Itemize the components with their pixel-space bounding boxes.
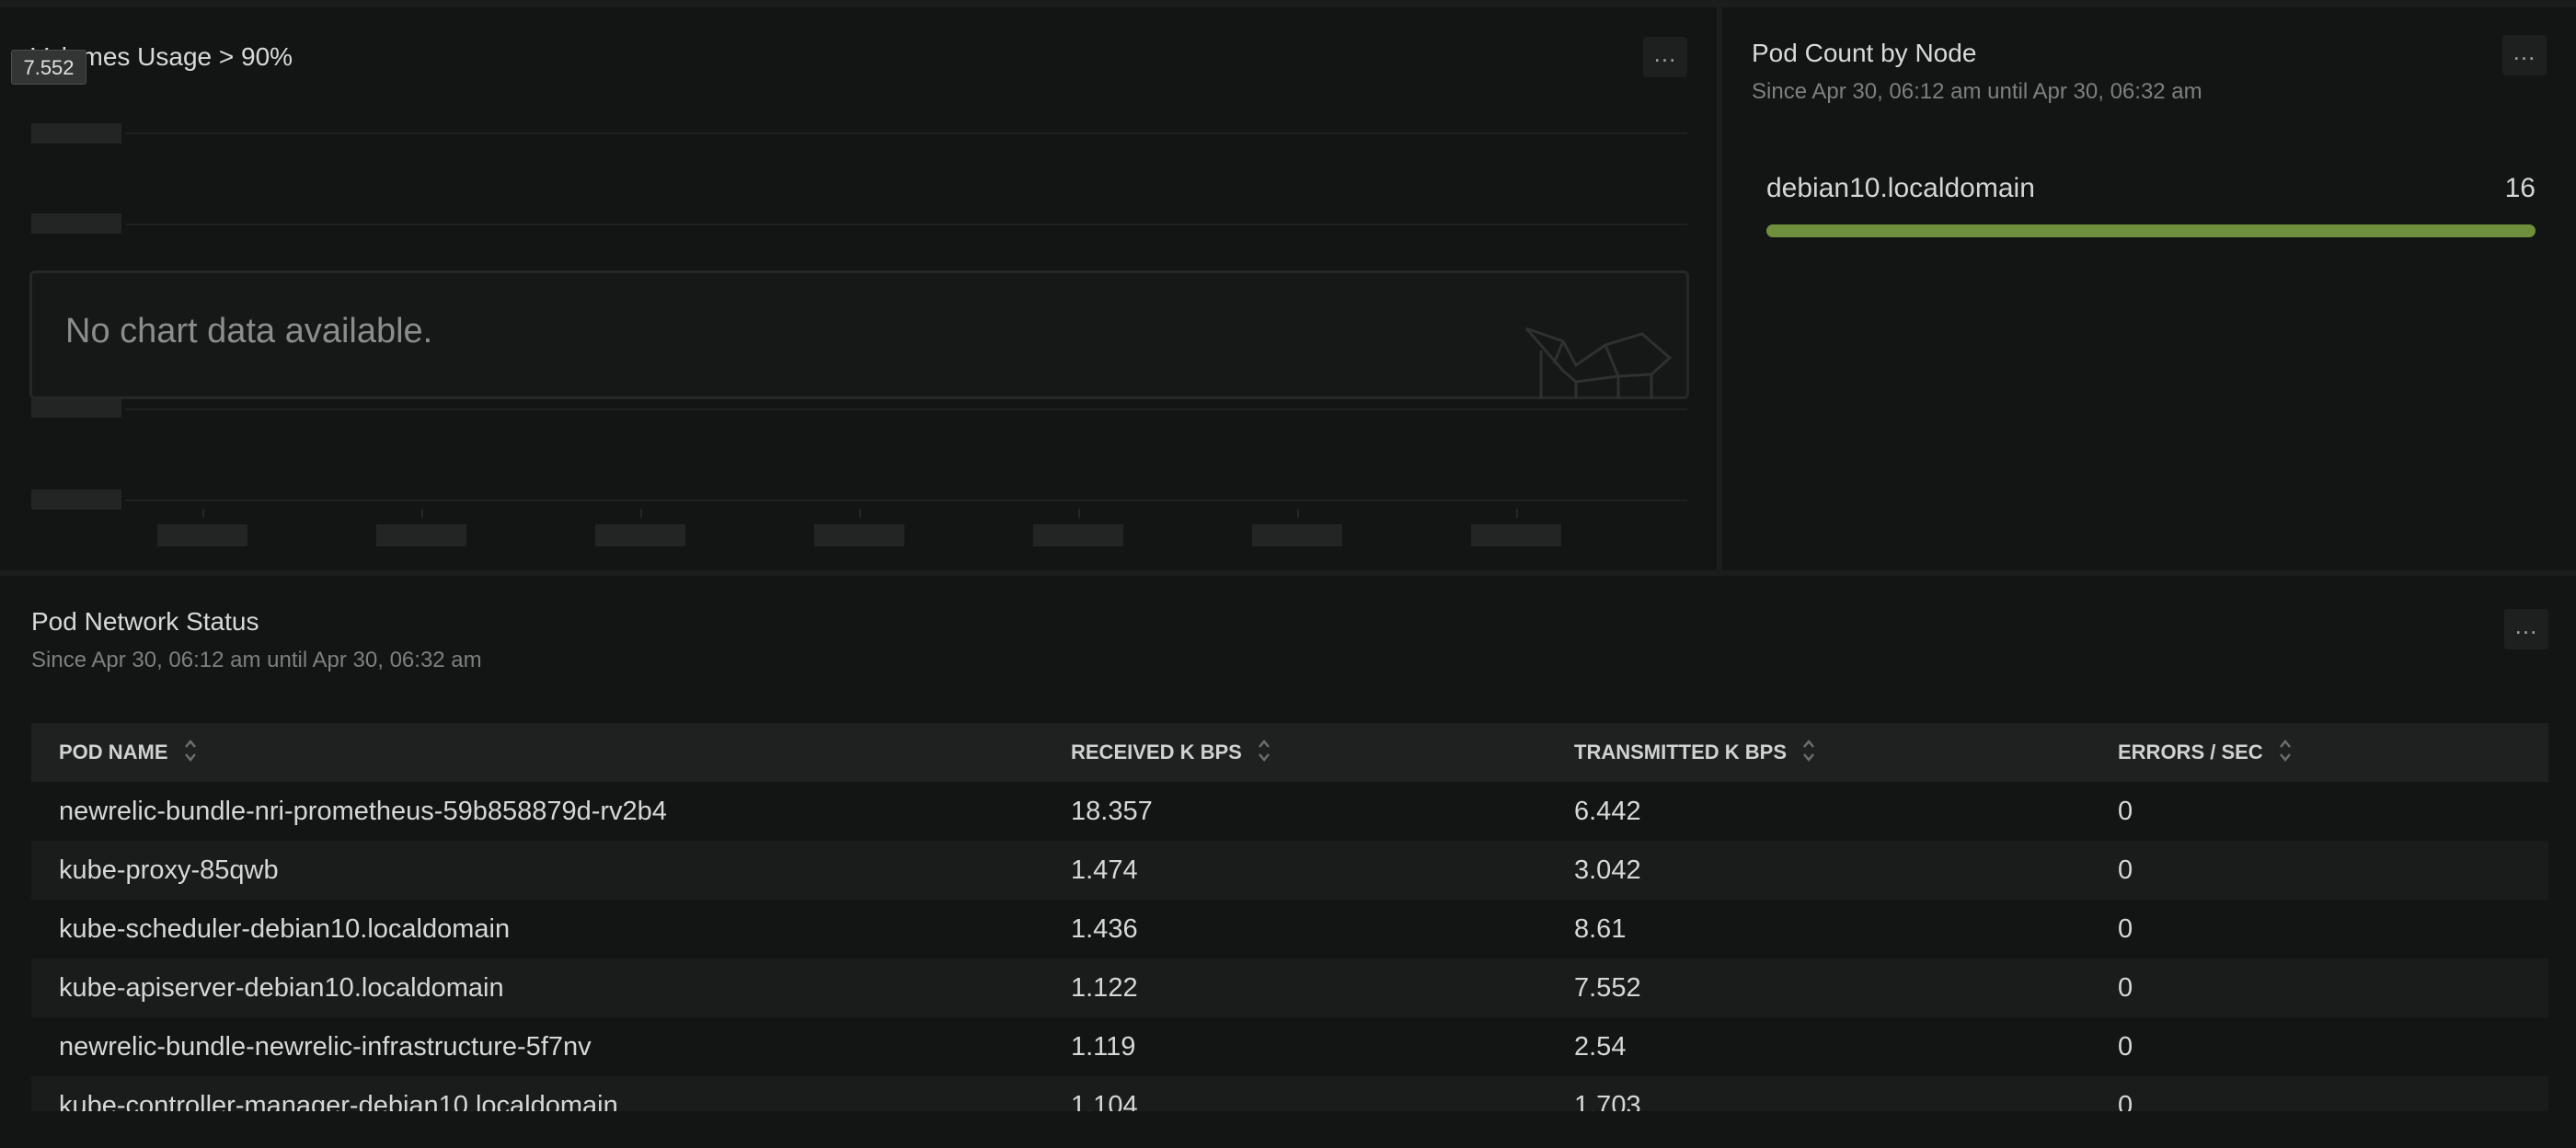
cell-transmitted: 8.61 [1574, 914, 1627, 944]
cell-pod-name: kube-proxy-85qwb [59, 855, 279, 885]
cell-errors: 0 [2118, 914, 2133, 944]
panel-subtitle: Since Apr 30, 06:12 am until Apr 30, 06:… [31, 648, 482, 672]
x-axis-tick [1516, 509, 1518, 518]
node-name: debian10.localdomain [1766, 173, 2035, 203]
cell-pod-name: kube-controller-manager-debian10.localdo… [59, 1091, 618, 1111]
cell-pod-name: newrelic-bundle-nri-prometheus-59b858879… [59, 797, 667, 826]
cell-errors: 0 [2118, 855, 2133, 885]
cell-transmitted: 2.54 [1574, 1032, 1627, 1062]
cell-pod-name: kube-scheduler-debian10.localdomain [59, 914, 511, 944]
pod-network-table: POD NAME RECEIVED K BPS TRANSMITTED K BP… [31, 723, 2548, 1111]
panel-subtitle: Since Apr 30, 06:12 am until Apr 30, 06:… [1752, 79, 2202, 104]
table-header: POD NAME RECEIVED K BPS TRANSMITTED K BP… [31, 723, 2548, 782]
table-row[interactable]: newrelic-bundle-nri-prometheus-59b858879… [31, 782, 2548, 841]
y-axis-placeholder [31, 397, 121, 418]
cell-errors: 0 [2118, 797, 2133, 826]
cell-received: 1.104 [1071, 1091, 1138, 1111]
volumes-usage-panel: Volumes Usage > 90% 7.552 ... No chart d… [0, 7, 1717, 570]
chart-gridline [125, 132, 1687, 134]
column-header-errors[interactable]: ERRORS / SEC [2118, 723, 2293, 782]
x-axis-placeholder [1033, 524, 1123, 546]
cell-errors: 0 [2118, 1032, 2133, 1062]
cell-errors: 0 [2118, 1091, 2133, 1111]
node-bar [1766, 224, 2536, 237]
no-data-banner: No chart data available. [29, 270, 1689, 399]
panel-menu-button[interactable]: ... [1643, 37, 1687, 77]
chart-gridline [125, 408, 1687, 410]
cell-received: 1.436 [1071, 914, 1138, 944]
y-axis-placeholder [31, 123, 121, 144]
pod-count-panel: Pod Count by Node Since Apr 30, 06:12 am… [1722, 7, 2576, 570]
panel-menu-button[interactable]: ... [2504, 609, 2548, 649]
y-axis-placeholder [31, 213, 121, 234]
chart-tooltip: 7.552 [11, 50, 86, 85]
table-row[interactable]: kube-proxy-85qwb 1.474 3.042 0 [31, 841, 2548, 900]
table-row[interactable]: kube-scheduler-debian10.localdomain 1.43… [31, 900, 2548, 959]
x-axis-placeholder [157, 524, 247, 546]
x-axis-placeholder [376, 524, 466, 546]
node-bar-fill [1766, 224, 2536, 237]
x-axis-tick [421, 509, 423, 518]
cell-transmitted: 1.703 [1574, 1091, 1641, 1111]
x-axis-tick [202, 509, 204, 518]
column-header-label: ERRORS / SEC [2118, 740, 2263, 763]
cell-received: 1.119 [1071, 1032, 1136, 1062]
column-header-pod-name[interactable]: POD NAME [59, 723, 198, 782]
x-axis-tick [1297, 509, 1299, 518]
cell-transmitted: 7.552 [1574, 973, 1641, 1003]
column-header-label: RECEIVED K BPS [1071, 740, 1242, 763]
chart-gridline [125, 499, 1687, 501]
column-header-label: TRANSMITTED K BPS [1574, 740, 1787, 763]
cell-errors: 0 [2118, 973, 2133, 1003]
column-header-transmitted[interactable]: TRANSMITTED K BPS [1574, 723, 1816, 782]
no-data-message: No chart data available. [65, 312, 433, 350]
x-axis-placeholder [1252, 524, 1342, 546]
empty-chart-icon [1524, 327, 1673, 398]
node-pod-count: 16 [2504, 173, 2536, 203]
cell-pod-name: kube-apiserver-debian10.localdomain [59, 973, 504, 1003]
x-axis-tick [640, 509, 642, 518]
x-axis-placeholder [814, 524, 904, 546]
sort-icon [1803, 740, 1815, 763]
x-axis-placeholder [1471, 524, 1561, 546]
cell-transmitted: 3.042 [1574, 855, 1641, 885]
chart-gridline [125, 224, 1687, 225]
x-axis-tick [859, 509, 861, 518]
x-axis-tick [1078, 509, 1080, 518]
sort-icon [2279, 740, 2291, 763]
table-row[interactable]: newrelic-bundle-newrelic-infrastructure-… [31, 1017, 2548, 1076]
x-axis-placeholder [595, 524, 685, 546]
cell-pod-name: newrelic-bundle-newrelic-infrastructure-… [59, 1032, 592, 1062]
cell-received: 1.474 [1071, 855, 1138, 885]
column-header-received[interactable]: RECEIVED K BPS [1071, 723, 1271, 782]
column-header-label: POD NAME [59, 740, 168, 763]
table-row[interactable]: kube-controller-manager-debian10.localdo… [31, 1076, 2548, 1111]
table-row[interactable]: kube-apiserver-debian10.localdomain 1.12… [31, 959, 2548, 1017]
cell-received: 18.357 [1071, 797, 1153, 826]
sort-icon [1258, 740, 1270, 763]
y-axis-placeholder [31, 489, 121, 510]
sort-icon [184, 740, 196, 763]
panel-menu-button[interactable]: ... [2502, 35, 2547, 75]
cell-transmitted: 6.442 [1574, 797, 1641, 826]
pod-network-panel: Pod Network Status Since Apr 30, 06:12 a… [0, 576, 2576, 1148]
cell-received: 1.122 [1071, 973, 1138, 1003]
panel-title: Pod Network Status [31, 607, 259, 636]
panel-title: Pod Count by Node [1752, 39, 1977, 67]
